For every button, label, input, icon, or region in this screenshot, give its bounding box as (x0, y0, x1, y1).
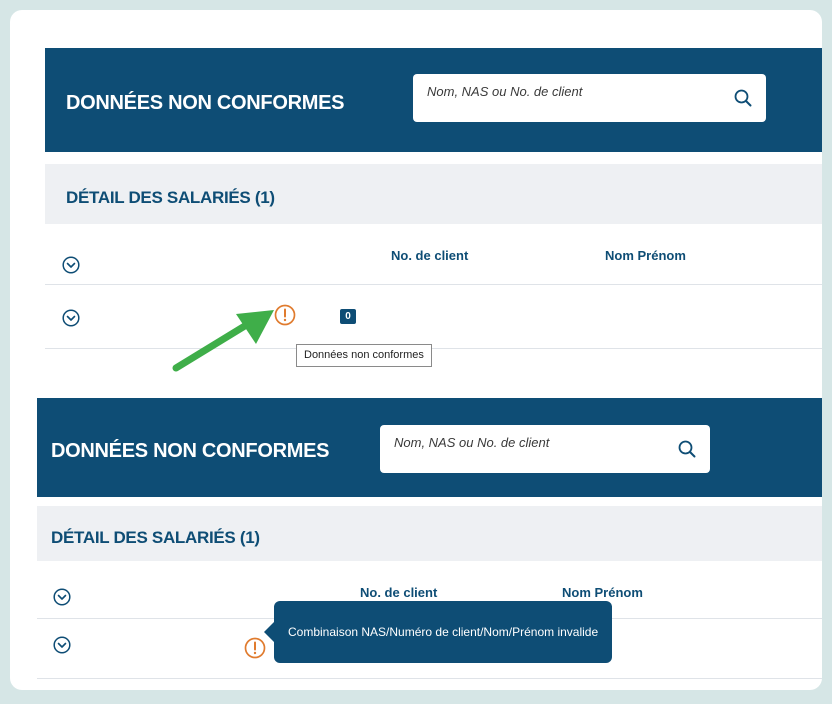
search-icon[interactable] (678, 440, 696, 458)
header-bar: DONNÉES NON CONFORMES (45, 48, 822, 152)
row-divider (37, 678, 822, 679)
search-input[interactable] (394, 435, 664, 450)
page-title: DONNÉES NON CONFORMES (66, 92, 345, 114)
tooltip-caret (264, 622, 274, 642)
section-title: DÉTAIL DES SALARIÉS (1) (51, 528, 260, 547)
column-header-name[interactable]: Nom Prénom (562, 585, 643, 600)
panel-top: DONNÉES NON CONFORMES DÉTAIL DES SALARIÉ… (45, 48, 822, 386)
count-badge: 0 (340, 309, 356, 324)
row-divider (45, 284, 822, 285)
chevron-down-icon[interactable] (62, 256, 80, 274)
column-header-name[interactable]: Nom Prénom (605, 248, 686, 263)
screenshot-card: DONNÉES NON CONFORMES DÉTAIL DES SALARIÉ… (10, 10, 822, 690)
chevron-down-icon[interactable] (53, 636, 71, 654)
search-icon[interactable] (734, 89, 752, 107)
chevron-down-icon[interactable] (53, 588, 71, 606)
header-bar: DONNÉES NON CONFORMES (37, 398, 822, 497)
section-title: DÉTAIL DES SALARIÉS (1) (66, 188, 275, 207)
panel-bottom: DONNÉES NON CONFORMES DÉTAIL DES SALARIÉ… (37, 398, 822, 690)
column-header-client-number[interactable]: No. de client (391, 248, 468, 263)
search-box[interactable] (413, 74, 766, 122)
column-header-client-number[interactable]: No. de client (360, 585, 437, 600)
tooltip-text: Combinaison NAS/Numéro de client/Nom/Pré… (288, 625, 599, 639)
search-box[interactable] (380, 425, 710, 473)
row-divider (45, 348, 822, 349)
page-title: DONNÉES NON CONFORMES (51, 440, 330, 462)
tooltip: Combinaison NAS/Numéro de client/Nom/Pré… (264, 601, 613, 663)
tooltip: Données non conformes (296, 344, 432, 367)
search-input[interactable] (427, 84, 697, 99)
warning-icon[interactable] (244, 637, 266, 659)
chevron-down-icon[interactable] (62, 309, 80, 327)
annotation-arrow (172, 310, 274, 372)
